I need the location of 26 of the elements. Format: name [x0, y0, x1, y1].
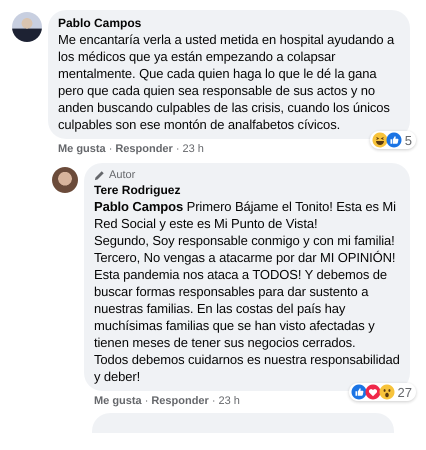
thumbs-up-icon: [386, 132, 402, 148]
separator-dot: ·: [108, 143, 112, 155]
author-name[interactable]: Tere Rodriguez: [94, 183, 402, 198]
comment-text: Pablo Campos Primero Bájame el Tonito! Esta es Mi Red Social y este es Mi Punto de Vista! Segundo, Soy responsable conmigo y con mi familia! Tercero, No vengas a atacarme por dar MI OPINIÓN! Esta pandemia nos ataca a TODOS! Y debemos de buscar formas responsables para dar sustento a nuestras familias. En las costas del país hay muchísimas familias que se han visto afectadas y tienen meses de tener sus negocios cerrados. Todos debemos cuidarnos es nuestra responsabilidad y deber!: [94, 198, 401, 385]
separator-dot: ·: [176, 143, 180, 155]
reaction-count: 5: [404, 132, 412, 148]
surprised-face-icon: [378, 384, 395, 400]
comment-text: Me encantaría verla a usted metida en hospital ayudando a los médicos que ya están empezando a colapsar mentalmente. Que cada quien haga lo que le dé la gana pero que cada quien sea responsable de sus actos y no anden buscando culpables de las crisis, cuando los únicos culpables son ese montón de analfabetos cívicos.: [58, 31, 396, 133]
separator-dot: ·: [144, 395, 148, 407]
timestamp[interactable]: 23 h: [182, 143, 204, 155]
action-link[interactable]: Me gusta: [58, 143, 106, 155]
timestamp[interactable]: 23 h: [218, 395, 240, 407]
separator-dot: ·: [212, 395, 216, 407]
reaction-summary[interactable]: 5: [370, 131, 416, 149]
avatar[interactable]: [12, 12, 42, 42]
thumbs-up-icon: [350, 384, 367, 400]
author-name[interactable]: Pablo Campos: [58, 16, 402, 31]
badge-label: Autor: [109, 169, 136, 181]
reaction-count: 27: [398, 384, 412, 400]
laughing-face-icon: [372, 132, 388, 148]
pencil-icon: [94, 170, 105, 180]
action-link[interactable]: Responder: [115, 143, 173, 155]
action-link[interactable]: Me gusta: [94, 395, 142, 407]
reaction-summary[interactable]: 27: [348, 383, 416, 401]
avatar[interactable]: [52, 167, 78, 193]
action-link[interactable]: Responder: [151, 395, 209, 407]
